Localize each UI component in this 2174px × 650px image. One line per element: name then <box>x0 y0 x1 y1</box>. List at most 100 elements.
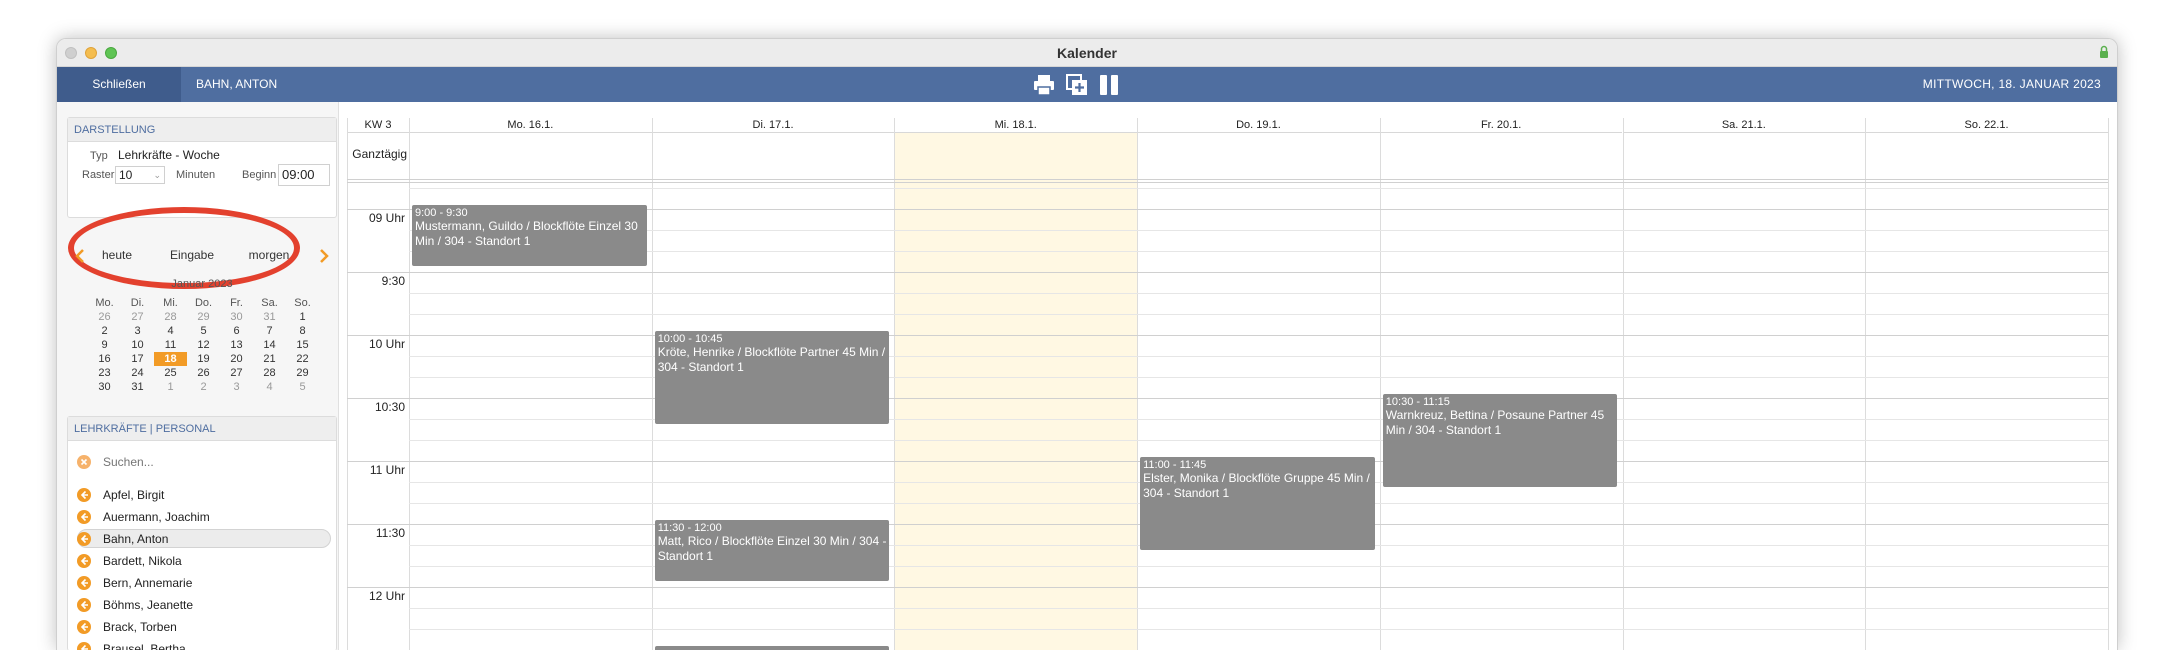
calendar-day[interactable]: 3 <box>121 324 154 338</box>
day-column-header[interactable]: Do. 19.1. <box>1137 118 1380 133</box>
add-copy-icon[interactable] <box>1065 73 1089 97</box>
weekday-header: So. <box>294 297 311 309</box>
calendar-day[interactable]: 26 <box>187 366 220 380</box>
close-button[interactable]: Schließen <box>57 67 181 102</box>
calendar-day[interactable]: 23 <box>88 366 121 380</box>
sidebar: DARSTELLUNG Typ Lehrkräfte - Woche Raste… <box>57 102 339 650</box>
staff-search[interactable] <box>77 452 327 472</box>
calendar-day[interactable]: 15 <box>286 338 319 352</box>
calendar-day[interactable]: 1 <box>286 310 319 324</box>
arrow-left-circle-icon <box>77 620 91 634</box>
weekday-header: Mo. <box>95 297 114 309</box>
staff-list-item[interactable]: Bern, Annemarie <box>77 573 331 592</box>
calendar-day[interactable]: 19 <box>187 352 220 366</box>
time-label: 12 Uhr <box>368 589 405 603</box>
beginn-input[interactable]: 09:00 <box>278 164 330 186</box>
event-time: 10:00 - 10:45 <box>657 333 723 345</box>
split-view-icon[interactable] <box>1097 73 1121 97</box>
staff-list-item[interactable]: Brausel, Bertha <box>77 639 331 650</box>
all-day-divider <box>347 182 2108 183</box>
arrow-left-circle-icon <box>77 598 91 612</box>
calendar-day[interactable]: 27 <box>220 366 253 380</box>
calendar-day[interactable]: 8 <box>286 324 319 338</box>
grid-line <box>409 629 2108 630</box>
calendar-day[interactable]: 6 <box>220 324 253 338</box>
event-title: Elster, Monika / Blockflöte Gruppe 45 Mi… <box>1143 471 1370 500</box>
calendar-day[interactable]: 5 <box>286 380 319 394</box>
calendar-day[interactable]: 5 <box>187 324 220 338</box>
today-button[interactable]: heute <box>97 248 137 262</box>
calendar-day[interactable]: 21 <box>253 352 286 366</box>
calendar-day[interactable]: 14 <box>253 338 286 352</box>
day-column-header[interactable]: Mo. 16.1. <box>409 118 652 133</box>
calendar-day[interactable]: 9 <box>88 338 121 352</box>
day-column-header[interactable]: Sa. 21.1. <box>1622 118 1866 133</box>
calendar-day[interactable]: 24 <box>121 366 154 380</box>
calendar-day[interactable]: 29 <box>187 310 220 324</box>
day-column-header[interactable]: Di. 17.1. <box>651 118 895 133</box>
weekday-header: Di. <box>130 297 145 309</box>
staff-list-item[interactable]: Bahn, Anton <box>77 529 331 548</box>
calendar-event[interactable]: 11:30 - 12:00 Matt, Rico / Blockflöte Ein… <box>654 520 890 581</box>
calendar-day[interactable]: 2 <box>187 380 220 394</box>
calendar-day[interactable]: 30 <box>220 310 253 324</box>
calendar-day[interactable]: 16 <box>88 352 121 366</box>
calendar-day[interactable]: 20 <box>220 352 253 366</box>
calendar-day[interactable]: 28 <box>253 366 286 380</box>
clear-search-icon[interactable] <box>77 455 91 469</box>
arrow-left-circle-icon <box>77 642 91 650</box>
staff-list-item[interactable]: Bardett, Nikola <box>77 551 331 570</box>
calendar-day[interactable]: 22 <box>286 352 319 366</box>
calendar-day[interactable]: 7 <box>253 324 286 338</box>
calendar-day[interactable]: 11 <box>154 338 187 352</box>
calendar-day[interactable]: 1 <box>154 380 187 394</box>
staff-list-item[interactable]: Apfel, Birgit <box>77 485 331 504</box>
calendar-day[interactable]: 18 <box>154 352 187 366</box>
day-column-header[interactable]: Fr. 20.1. <box>1379 118 1623 133</box>
search-input[interactable] <box>103 453 303 471</box>
staff-list-item[interactable]: Brack, Torben <box>77 617 331 636</box>
calendar-day[interactable]: 31 <box>121 380 154 394</box>
day-column-header[interactable]: Mi. 18.1. <box>894 118 1138 133</box>
calendar-day[interactable]: 10 <box>121 338 154 352</box>
calendar-day[interactable]: 26 <box>88 310 121 324</box>
calendar-event[interactable]: 10:30 - 11:15 Warnkreuz, Bettina / Posaun… <box>1382 394 1618 487</box>
chevron-left-icon[interactable] <box>71 246 91 266</box>
print-icon[interactable] <box>1032 73 1056 97</box>
staff-list-item[interactable]: Auermann, Joachim <box>77 507 331 526</box>
calendar-day[interactable]: 12 <box>187 338 220 352</box>
toolbar: Schließen BAHN, ANTON MITTWOCH, 18. JANU… <box>57 67 2117 102</box>
display-panel: DARSTELLUNG Typ Lehrkräfte - Woche Raste… <box>67 117 337 218</box>
staff-name: Auermann, Joachim <box>103 510 210 524</box>
calendar-event[interactable] <box>654 646 890 650</box>
calendar-event[interactable]: 11:00 - 11:45 Elster, Monika / Blockflöte… <box>1140 457 1375 550</box>
typ-select[interactable]: Lehrkräfte - Woche <box>115 147 320 165</box>
column-divider <box>1379 118 1381 650</box>
tomorrow-button[interactable]: morgen <box>244 248 294 262</box>
staff-name: Apfel, Birgit <box>103 488 165 502</box>
calendar-day[interactable]: 27 <box>121 310 154 324</box>
calendar-day[interactable]: 3 <box>220 380 253 394</box>
calendar-day[interactable]: 31 <box>253 310 286 324</box>
column-divider <box>409 118 410 650</box>
grid-line <box>347 272 2108 273</box>
calendar-day[interactable]: 17 <box>121 352 154 366</box>
calendar-day[interactable]: 13 <box>220 338 253 352</box>
calendar-event[interactable]: 9:00 - 9:30 Mustermann, Guildo / Blockflö… <box>412 205 647 266</box>
calendar-day[interactable]: 28 <box>154 310 187 324</box>
day-column-header[interactable]: So. 22.1. <box>1865 118 2108 133</box>
calendar-day[interactable]: 2 <box>88 324 121 338</box>
chevron-right-icon[interactable] <box>313 246 333 266</box>
calendar-day[interactable]: 29 <box>286 366 319 380</box>
calendar-day[interactable]: 25 <box>154 366 187 380</box>
calendar-event[interactable]: 10:00 - 10:45 Kröte, Henrike / Blockflöte… <box>654 331 890 424</box>
time-label: 11:30 <box>375 526 405 540</box>
input-button[interactable]: Eingabe <box>162 248 222 262</box>
raster-select[interactable]: 10 ⌄ <box>115 166 165 184</box>
calendar-day[interactable]: 4 <box>154 324 187 338</box>
calendar-day[interactable]: 4 <box>253 380 286 394</box>
calendar-day[interactable]: 30 <box>88 380 121 394</box>
all-day-label: Ganztägig <box>352 147 407 161</box>
staff-list-item[interactable]: Böhms, Jeanette <box>77 595 331 614</box>
weekday-header: Fr. <box>230 297 243 309</box>
